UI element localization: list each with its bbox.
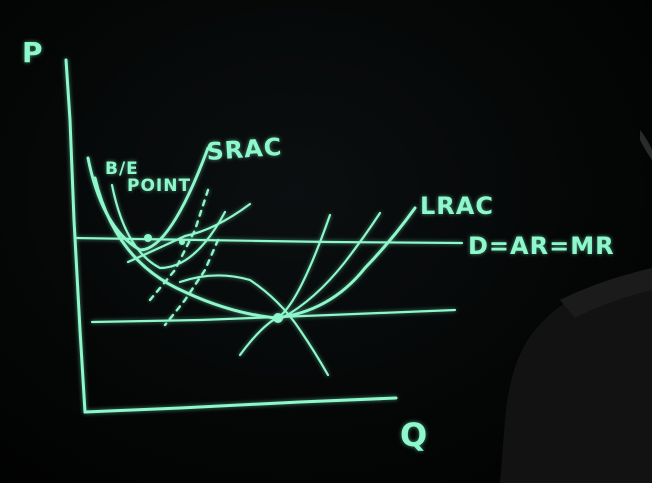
lrac-curve — [93, 176, 417, 320]
lrac-minimum-marker — [273, 313, 283, 323]
srac-curve-3 — [126, 202, 252, 264]
quantity-axis-label: Q — [400, 416, 428, 454]
break-even-point-marker — [144, 234, 152, 242]
lightboard-canvas: P Q SRAC LRAC D=AR=MR B/E POINT — [0, 0, 652, 483]
presenter-silhouette — [500, 130, 652, 483]
economics-diagram: P Q SRAC LRAC D=AR=MR B/E POINT — [22, 36, 652, 483]
srac-curve-4 — [178, 274, 330, 377]
srac-label: SRAC — [205, 133, 283, 166]
srac-curve-5 — [238, 213, 332, 357]
srac-tangency-marker — [179, 239, 185, 245]
price-axis-line — [64, 58, 87, 414]
dashed-guide-2 — [163, 238, 220, 327]
srac-curve-2 — [110, 183, 227, 270]
price-axis-label: P — [22, 36, 44, 69]
srac-curve-6 — [280, 211, 382, 320]
demand-label: D=AR=MR — [468, 232, 615, 260]
dashed-guide-1 — [148, 188, 210, 302]
quantity-axis-line — [83, 396, 398, 414]
lrac-label: LRAC — [420, 192, 494, 220]
break-even-label-line2: POINT — [127, 176, 191, 196]
